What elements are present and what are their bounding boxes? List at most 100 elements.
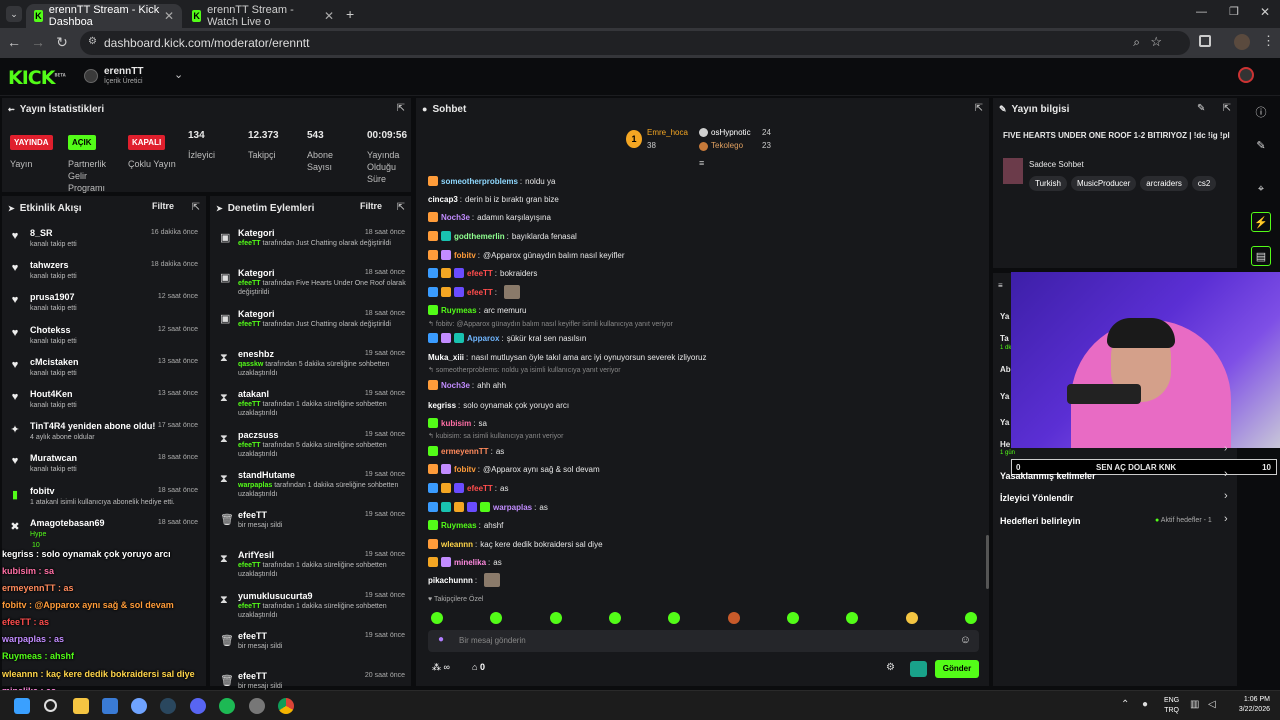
chat-username[interactable]: wleannn bbox=[441, 540, 473, 549]
banned-words-row[interactable]: Yasaklanmış kelimeler bbox=[1000, 471, 1096, 481]
moderator-name[interactable]: efeeTT bbox=[238, 603, 261, 610]
chat-username[interactable]: efeeTT bbox=[467, 484, 493, 493]
moderation-filter-button[interactable]: Filtre bbox=[360, 201, 382, 211]
tab-kick-watch[interactable]: K erennTT Stream - Watch Live o ✕ bbox=[184, 4, 342, 28]
close-window-icon[interactable]: ✕ bbox=[1260, 5, 1270, 19]
stream-tag[interactable]: cs2 bbox=[1191, 176, 1217, 191]
edit-icon[interactable]: ✎ bbox=[1197, 103, 1205, 114]
chat-username[interactable]: kubisim bbox=[441, 419, 471, 428]
moderation-title[interactable]: atakanl bbox=[238, 389, 269, 399]
close-tab-icon[interactable]: ✕ bbox=[164, 9, 174, 23]
tab-menu-icon[interactable]: ⌄ bbox=[6, 6, 22, 22]
activity-name[interactable]: 8_SR bbox=[30, 228, 53, 238]
moderation-title[interactable]: Kategori bbox=[238, 268, 275, 278]
chat-input[interactable]: ● Bir mesaj gönderin ☺ bbox=[428, 630, 979, 652]
tab-kick-dashboard[interactable]: K erennTT Stream - Kick Dashboa ✕ bbox=[26, 4, 182, 28]
tray-mic-icon[interactable]: ● bbox=[1142, 699, 1148, 710]
chat-username[interactable]: Noch3e bbox=[441, 381, 470, 390]
search-icon[interactable] bbox=[44, 699, 57, 712]
bot-icon[interactable] bbox=[910, 661, 927, 677]
reload-icon[interactable]: ↻ bbox=[50, 34, 74, 51]
network-icon[interactable]: ▥ bbox=[1190, 699, 1199, 710]
moderator-name[interactable]: efeeTT bbox=[238, 401, 261, 408]
moderation-title[interactable]: efeeTT bbox=[238, 631, 267, 641]
chat-username[interactable]: Apparox bbox=[467, 334, 499, 343]
profile-avatar[interactable] bbox=[1234, 34, 1250, 50]
chat-username[interactable]: ermeyennTT bbox=[441, 447, 489, 456]
user-avatar[interactable] bbox=[1238, 67, 1254, 83]
quick-emote-icon[interactable] bbox=[728, 612, 740, 624]
moderation-title[interactable]: yumukIusucurta9 bbox=[238, 591, 313, 601]
quick-emote-icon[interactable] bbox=[431, 612, 443, 624]
spotify-icon[interactable] bbox=[219, 698, 235, 714]
moderator-name[interactable]: efeeTT bbox=[238, 280, 261, 287]
chat-username[interactable]: efeeTT bbox=[467, 269, 493, 278]
activity-name[interactable]: prusa1907 bbox=[30, 292, 75, 302]
gifter-name[interactable]: osHypnotic bbox=[711, 128, 751, 137]
moderation-title[interactable]: efeeTT bbox=[238, 510, 267, 520]
language-indicator[interactable]: ENG TRQ bbox=[1164, 696, 1179, 716]
moderator-name[interactable]: qasskw bbox=[238, 361, 263, 368]
quick-emote-icon[interactable] bbox=[846, 612, 858, 624]
kick-logo[interactable]: KICKBETA bbox=[8, 67, 66, 89]
chat-username[interactable]: minelika bbox=[454, 558, 486, 567]
browser-menu-icon[interactable]: ⋮ bbox=[1262, 33, 1275, 49]
moderator-name[interactable]: efeeTT bbox=[238, 562, 261, 569]
fullscreen-icon[interactable]: ⌖ bbox=[1251, 179, 1271, 199]
gifter-name[interactable]: Tekolego bbox=[711, 141, 743, 150]
chat-username[interactable]: Muka_xiii bbox=[428, 353, 464, 362]
new-tab-icon[interactable]: + bbox=[346, 6, 354, 22]
moderation-title[interactable]: ArifYesil bbox=[238, 550, 274, 560]
moderator-name[interactable]: warpaplas bbox=[238, 482, 272, 489]
steam-icon[interactable] bbox=[160, 698, 176, 714]
back-icon[interactable]: ← bbox=[2, 34, 26, 50]
activity-name[interactable]: tahwzers bbox=[30, 260, 69, 270]
activity-name[interactable]: Chotekss bbox=[30, 325, 71, 335]
info-icon[interactable]: ⓘ bbox=[1251, 103, 1271, 123]
maximize-icon[interactable]: ❐ bbox=[1229, 5, 1239, 18]
moderation-title[interactable]: eneshbz bbox=[238, 349, 274, 359]
raid-row[interactable]: İzleyici Yönlendir bbox=[1000, 493, 1073, 503]
chat-username[interactable]: godthemerlin bbox=[454, 232, 505, 241]
quick-emote-icon[interactable] bbox=[906, 612, 918, 624]
moderator-name[interactable]: efeeTT bbox=[238, 240, 261, 247]
close-tab-icon[interactable]: ✕ bbox=[324, 9, 334, 23]
chat-username[interactable]: cincap3 bbox=[428, 195, 458, 204]
quick-emote-icon[interactable] bbox=[965, 612, 977, 624]
moderation-title[interactable]: Kategori bbox=[238, 309, 275, 319]
stream-tag[interactable]: arcraiders bbox=[1140, 176, 1188, 191]
moderator-name[interactable]: efeeTT bbox=[238, 321, 261, 328]
activity-name[interactable]: Hout4Ken bbox=[30, 389, 73, 399]
expand-icon[interactable]: ⇱ bbox=[192, 202, 200, 213]
chrome-icon[interactable] bbox=[278, 698, 294, 714]
activity-name[interactable]: TinT4R4 yeniden abone oldu! bbox=[30, 421, 155, 431]
chat-scrollbar[interactable] bbox=[986, 535, 989, 589]
chat-username[interactable]: Noch3e bbox=[441, 213, 470, 222]
store-icon[interactable] bbox=[102, 698, 118, 714]
moderation-title[interactable]: paczsuss bbox=[238, 430, 279, 440]
chevron-right-icon[interactable]: › bbox=[1224, 443, 1227, 454]
volume-icon[interactable]: ◁ bbox=[1208, 699, 1216, 710]
activity-name[interactable]: cMcistaken bbox=[30, 357, 79, 367]
zoom-icon[interactable]: ⌕ bbox=[1133, 35, 1140, 50]
moderation-title[interactable]: standHutame bbox=[238, 470, 295, 480]
chat-username[interactable]: fobitv bbox=[454, 251, 476, 260]
chevron-right-icon[interactable]: › bbox=[1224, 468, 1228, 480]
app2-icon[interactable] bbox=[249, 698, 265, 714]
url-input[interactable]: ⚙ dashboard.kick.com/moderator/erenntt ⌕… bbox=[80, 31, 1190, 55]
channel-switch-chevron-icon[interactable]: ⌄ bbox=[174, 68, 183, 81]
clock[interactable]: 1:06 PM 3/22/2026 bbox=[1228, 695, 1270, 715]
stream-tag[interactable]: MusicProducer bbox=[1070, 176, 1137, 191]
minimize-icon[interactable]: — bbox=[1196, 6, 1207, 18]
chat-username[interactable]: warpaplas bbox=[493, 503, 532, 512]
gifter-name[interactable]: Emre_hoca bbox=[647, 128, 688, 137]
activity-name[interactable]: fobitv bbox=[30, 486, 55, 496]
stream-tag[interactable]: Turkish bbox=[1029, 176, 1067, 191]
bookmark-star-icon[interactable]: ☆ bbox=[1150, 34, 1162, 50]
activity-name[interactable]: Muratwcan bbox=[30, 453, 77, 463]
activity-filter-button[interactable]: Filtre bbox=[152, 201, 174, 211]
chat-username[interactable]: Ruymeas bbox=[441, 521, 477, 530]
expand-icon[interactable]: ⇱ bbox=[397, 103, 405, 114]
chat-username[interactable]: Ruymeas bbox=[441, 306, 477, 315]
quick-emote-icon[interactable] bbox=[787, 612, 799, 624]
